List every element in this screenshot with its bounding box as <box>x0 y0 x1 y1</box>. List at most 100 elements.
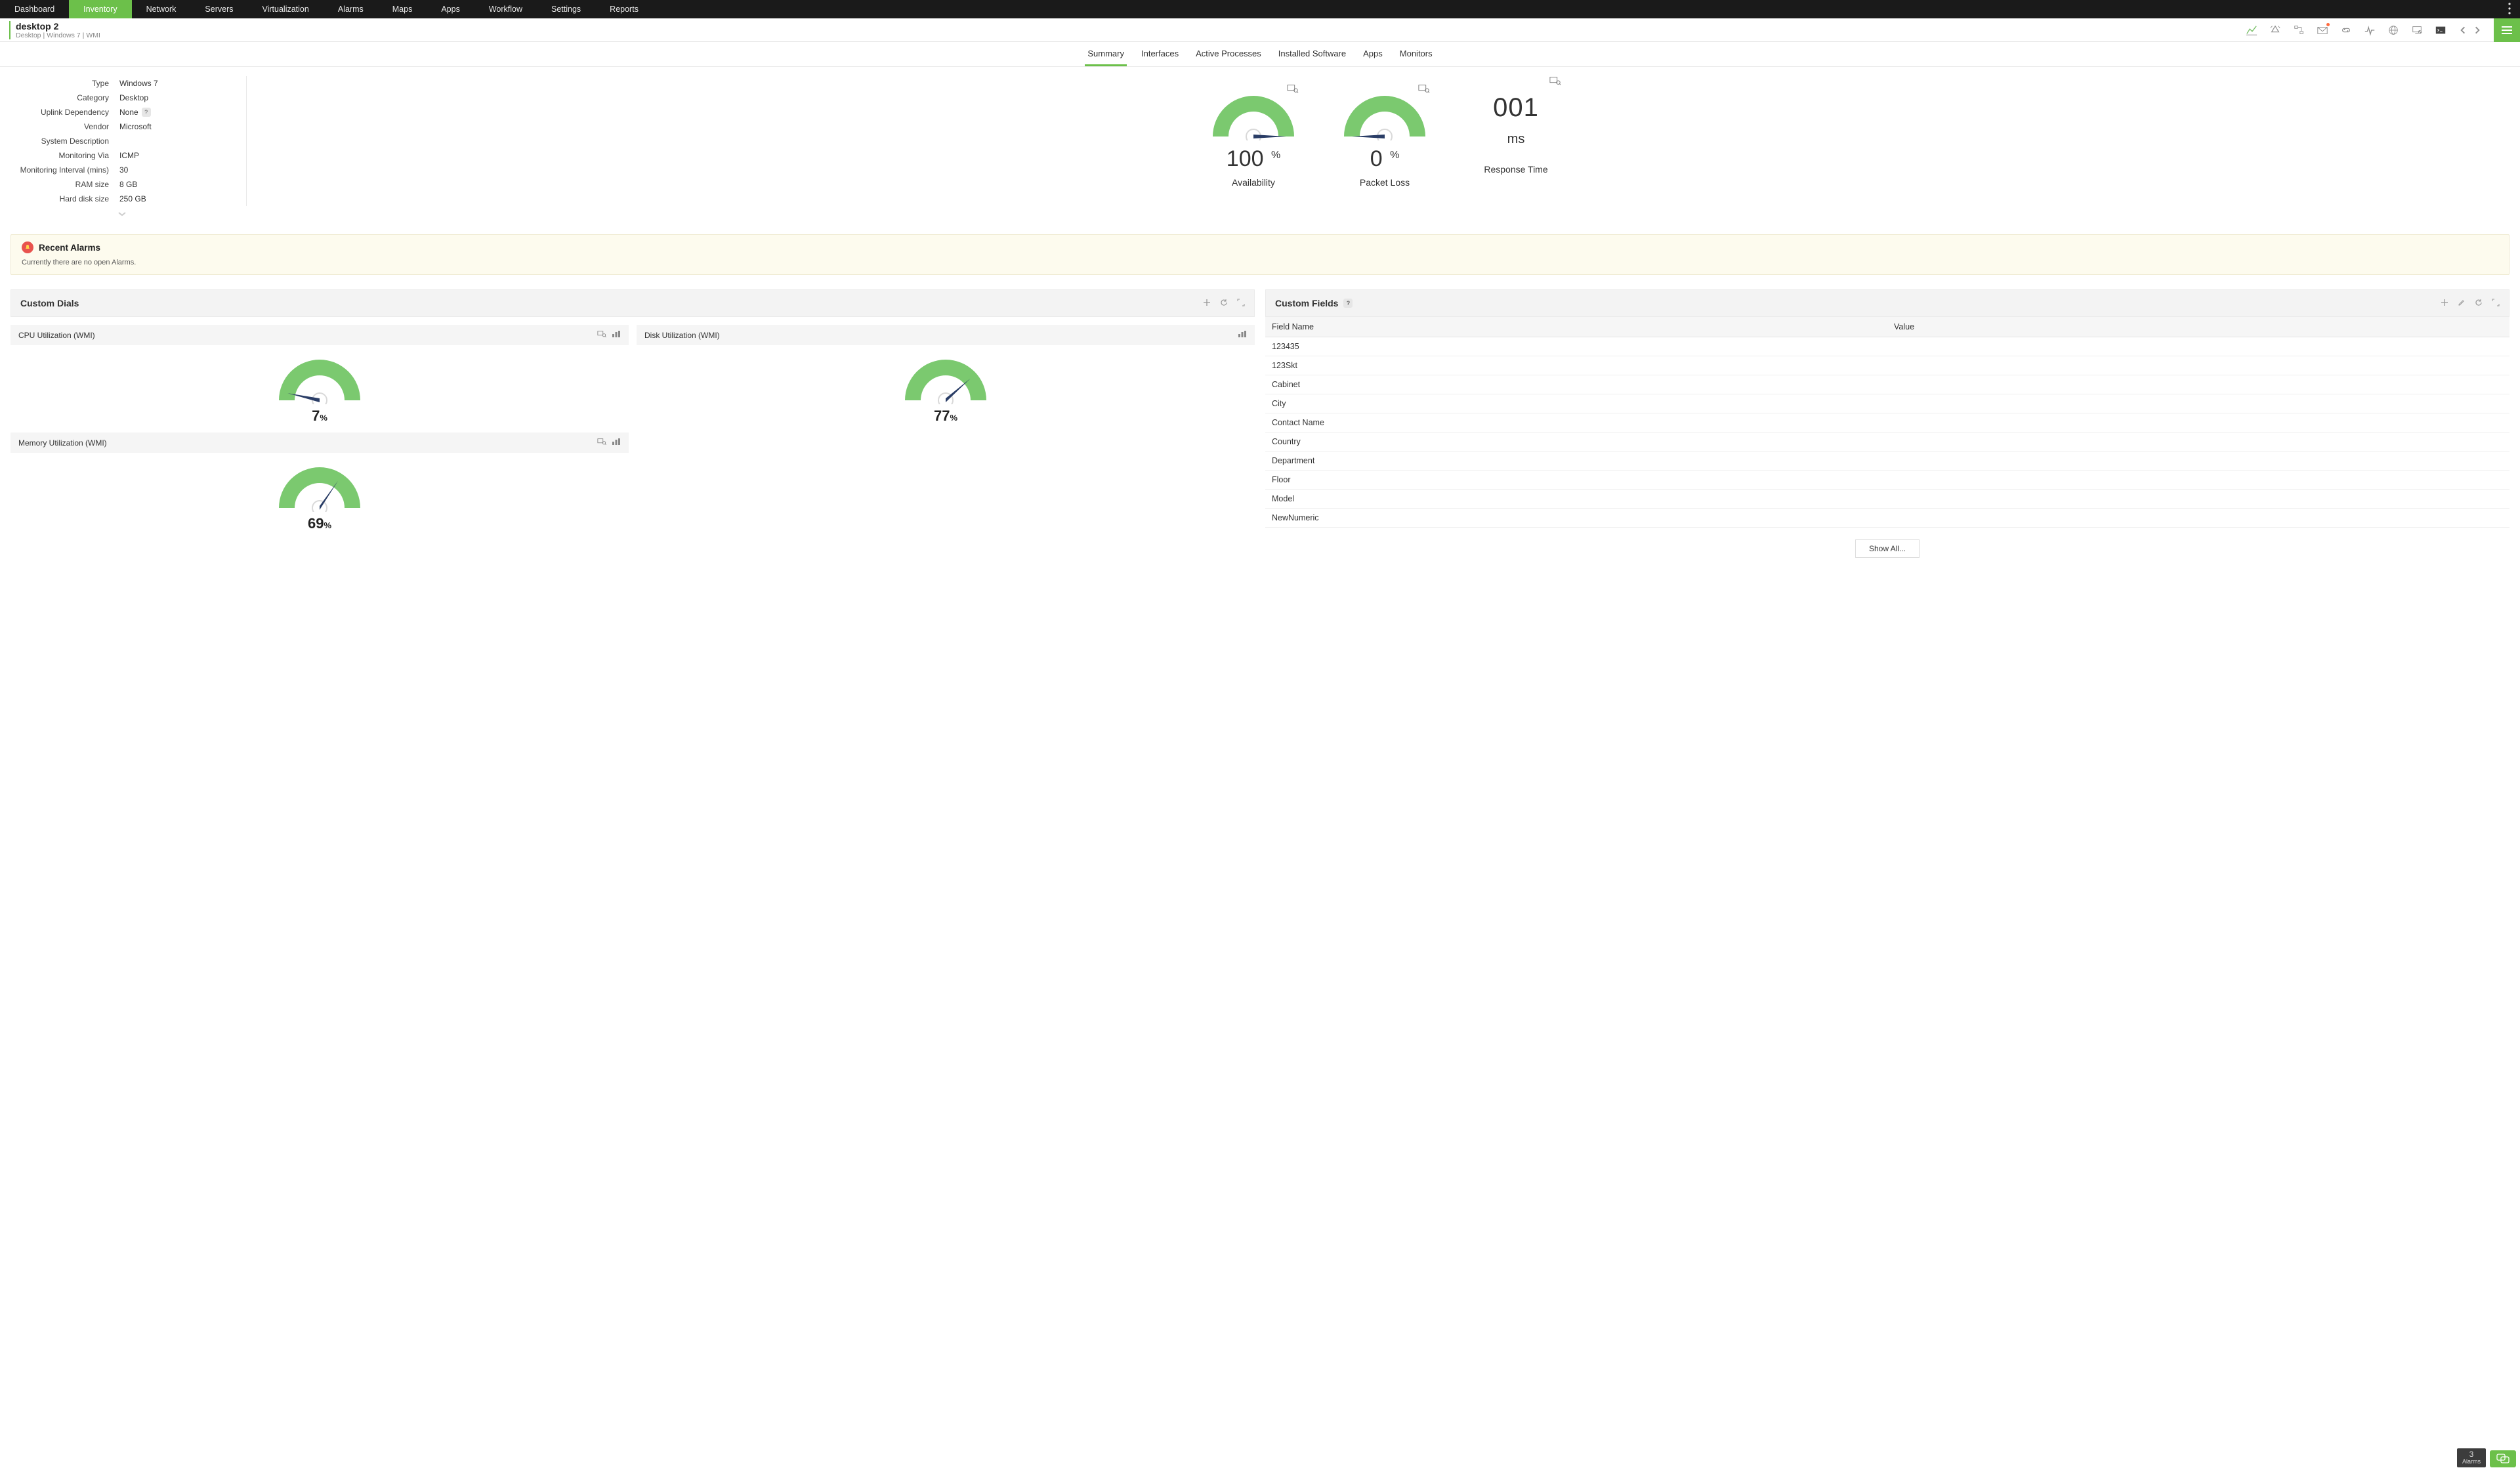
table-row[interactable]: 123Skt <box>1265 356 2510 375</box>
nav-maps[interactable]: Maps <box>378 0 427 18</box>
footer-chat-button[interactable] <box>2490 1450 2516 1467</box>
help-button[interactable]: ? <box>142 108 151 117</box>
terminal-icon[interactable] <box>2435 24 2446 36</box>
help-button[interactable]: ? <box>1343 299 1353 308</box>
vertical-dots-icon <box>2508 3 2511 16</box>
details-value: 30 <box>119 165 128 175</box>
prev-arrow-icon[interactable] <box>2458 26 2468 35</box>
chat-icon <box>2496 1454 2510 1464</box>
nav-workflow[interactable]: Workflow <box>474 0 537 18</box>
response-time-block: 001 ms Response Time <box>1460 88 1572 206</box>
next-arrow-icon[interactable] <box>2473 26 2482 35</box>
table-row[interactable]: Model <box>1265 490 2510 509</box>
gauge-detail-icon[interactable] <box>1287 84 1299 95</box>
nav-reports[interactable]: Reports <box>595 0 653 18</box>
hamburger-menu-button[interactable] <box>2494 18 2520 42</box>
dial-value: 77 <box>934 408 950 424</box>
network-icon[interactable] <box>2293 24 2305 36</box>
pulse-icon[interactable] <box>2364 24 2376 36</box>
details-row: CategoryDesktop <box>14 91 237 105</box>
alert-icon[interactable] <box>2269 24 2281 36</box>
globe-icon[interactable] <box>2387 24 2399 36</box>
field-value-cell <box>1887 337 2510 356</box>
monitor-off-icon[interactable] <box>2411 24 2423 36</box>
details-row: VendorMicrosoft <box>14 119 237 134</box>
more-menu-button[interactable] <box>2504 0 2515 18</box>
details-value: ICMP <box>119 151 139 160</box>
field-value-cell <box>1887 452 2510 471</box>
nav-settings[interactable]: Settings <box>537 0 595 18</box>
dial-chart-icon[interactable] <box>612 330 621 340</box>
footer-alarm-count: 3 <box>2462 1450 2481 1458</box>
crumb-segment: Desktop <box>16 32 41 39</box>
tab-monitors[interactable]: Monitors <box>1397 42 1435 66</box>
tab-interfaces[interactable]: Interfaces <box>1139 42 1181 66</box>
table-row[interactable]: Contact Name <box>1265 413 2510 432</box>
details-value: None? <box>119 108 151 117</box>
breadcrumb: desktop 2 Desktop|Windows 7|WMI <box>9 21 100 39</box>
table-row[interactable]: Department <box>1265 452 2510 471</box>
field-name-cell: Country <box>1265 432 1887 452</box>
link-icon[interactable] <box>2340 24 2352 36</box>
refresh-fields-button[interactable] <box>2475 298 2483 308</box>
kpi-gauges: 100 % Availability 0 % Packet Loss 001 m… <box>260 76 2510 206</box>
details-value: Windows 7 <box>119 79 158 88</box>
expand-fields-button[interactable] <box>2492 298 2500 308</box>
gauge-detail-icon[interactable] <box>1418 84 1430 95</box>
tab-installed-software[interactable]: Installed Software <box>1276 42 1349 66</box>
table-row[interactable]: Floor <box>1265 471 2510 490</box>
nav-inventory[interactable]: Inventory <box>69 0 131 18</box>
footer-alarms-badge[interactable]: 3 Alarms <box>2457 1448 2486 1467</box>
table-row[interactable]: NewNumeric <box>1265 509 2510 528</box>
table-row[interactable]: City <box>1265 394 2510 413</box>
dial-detail-icon[interactable] <box>597 330 606 340</box>
dial-title: Disk Utilization (WMI) <box>644 331 720 340</box>
table-row[interactable]: Cabinet <box>1265 375 2510 394</box>
field-name-cell: Contact Name <box>1265 413 1887 432</box>
nav-apps[interactable]: Apps <box>427 0 474 18</box>
chart-icon[interactable] <box>2246 24 2258 36</box>
tab-active-processes[interactable]: Active Processes <box>1193 42 1264 66</box>
expand-details-button[interactable] <box>116 209 129 219</box>
recent-alarms-message: Currently there are no open Alarms. <box>22 259 2498 266</box>
details-label: System Description <box>14 136 119 146</box>
tab-summary[interactable]: Summary <box>1085 42 1127 66</box>
expand-dials-button[interactable] <box>1237 298 1245 308</box>
field-name-header: Field Name <box>1265 317 1887 337</box>
refresh-dials-button[interactable] <box>1220 298 1228 308</box>
add-field-button[interactable] <box>2441 298 2448 308</box>
dial-chart-icon[interactable] <box>612 438 621 448</box>
tab-apps[interactable]: Apps <box>1360 42 1385 66</box>
gauge-detail-icon[interactable] <box>1549 76 1561 87</box>
field-name-cell: City <box>1265 394 1887 413</box>
footer-alarm-label: Alarms <box>2462 1458 2481 1465</box>
dial-detail-icon[interactable] <box>597 438 606 448</box>
dial-title: Memory Utilization (WMI) <box>18 438 107 448</box>
content-tabs: Summary Interfaces Active Processes Install… <box>0 42 2520 67</box>
response-time-unit: ms <box>1460 132 1572 147</box>
hamburger-icon <box>2502 26 2512 34</box>
dial-unit: % <box>320 413 327 423</box>
field-name-cell: Cabinet <box>1265 375 1887 394</box>
details-table: TypeWindows 7CategoryDesktopUplink Depen… <box>10 76 247 206</box>
field-name-cell: Floor <box>1265 471 1887 490</box>
dial-card: CPU Utilization (WMI)7% <box>10 325 629 425</box>
nav-servers[interactable]: Servers <box>190 0 247 18</box>
table-row[interactable]: Country <box>1265 432 2510 452</box>
packet-loss-label: Packet Loss <box>1329 177 1440 188</box>
sub-header: desktop 2 Desktop|Windows 7|WMI <box>0 18 2520 42</box>
nav-alarms[interactable]: Alarms <box>324 0 378 18</box>
crumb-segment: Windows 7 <box>47 32 80 39</box>
details-label: Hard disk size <box>14 194 119 203</box>
toolbar-icons <box>2246 24 2494 36</box>
table-row[interactable]: 123435 <box>1265 337 2510 356</box>
details-row: Monitoring ViaICMP <box>14 148 237 163</box>
dial-chart-icon[interactable] <box>1238 330 1247 340</box>
add-dial-button[interactable] <box>1203 298 1211 308</box>
show-all-button[interactable]: Show All... <box>1855 539 1920 558</box>
nav-network[interactable]: Network <box>132 0 191 18</box>
nav-dashboard[interactable]: Dashboard <box>0 0 69 18</box>
nav-virtualization[interactable]: Virtualization <box>248 0 324 18</box>
mail-icon[interactable] <box>2317 24 2328 36</box>
edit-fields-button[interactable] <box>2458 298 2466 308</box>
